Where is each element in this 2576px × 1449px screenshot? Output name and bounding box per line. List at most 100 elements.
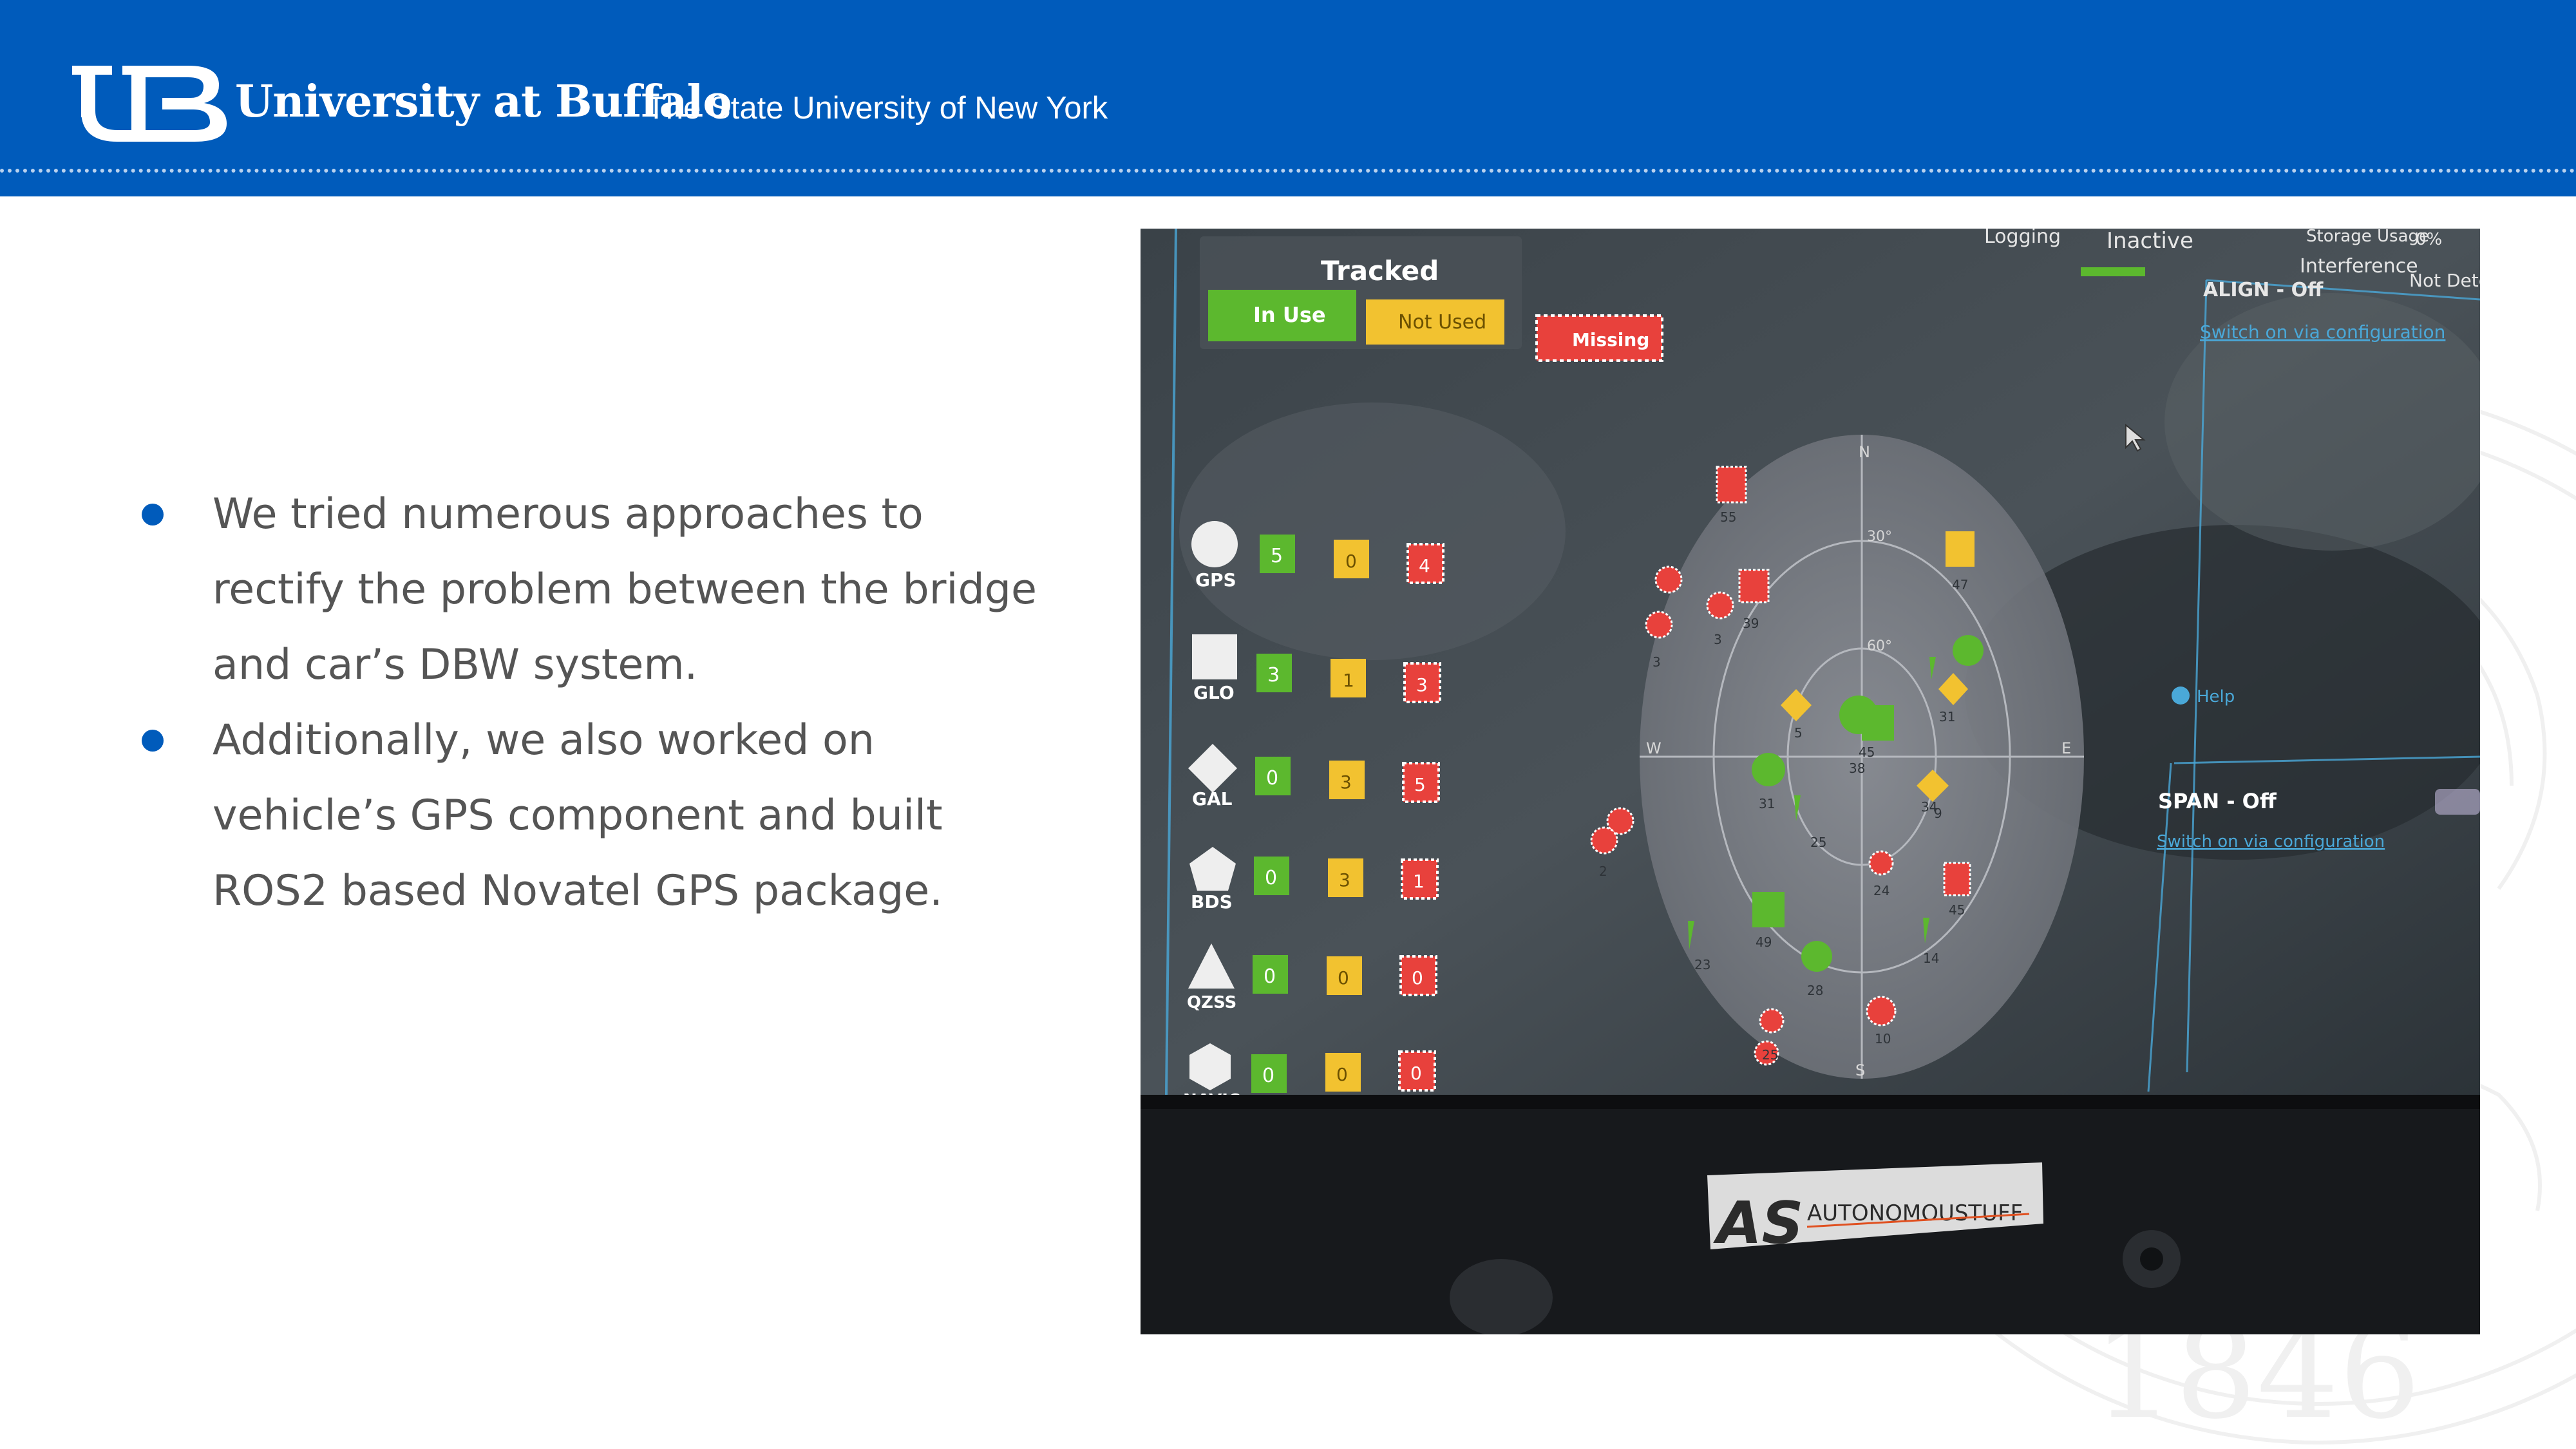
not-used-count: 0 — [1345, 551, 1357, 572]
satellite-label: 5 — [1794, 725, 1803, 741]
missing-count: 0 — [1412, 967, 1423, 989]
satellite-marker — [1953, 635, 1984, 666]
bullet-dot-icon — [142, 730, 164, 752]
align-config-link[interactable]: Switch on via configuration — [2200, 321, 2445, 343]
satellite-label: 28 — [1807, 983, 1823, 998]
tracked-title: Tracked — [1321, 255, 1439, 287]
satellite-label: 31 — [1759, 796, 1775, 811]
header-bar: University at Buffalo The State Universi… — [0, 0, 2576, 196]
satellite-label: 31 — [1939, 709, 1955, 724]
span-label: SPAN - Off — [2158, 789, 2277, 813]
constellation-label: QZSS — [1187, 993, 1236, 1012]
satellite-label: 9 — [1934, 806, 1942, 821]
brand-name: AUTONOMOUSTUFF — [1807, 1200, 2023, 1226]
satellite-label: 3 — [1653, 654, 1661, 670]
span-config-link[interactable]: Switch on via configuration — [2157, 832, 2385, 851]
west-label: W — [1646, 739, 1662, 757]
constellation-label: GPS — [1195, 569, 1236, 591]
satellite-label: 45 — [1859, 744, 1875, 760]
satellite-label: 45 — [1949, 902, 1965, 918]
bullet-item: Additionally, we also worked on vehicle’… — [129, 703, 1063, 929]
satellite-label: 47 — [1952, 577, 1968, 592]
satellite-label: 10 — [1875, 1031, 1891, 1046]
satellite-marker — [1946, 531, 1975, 567]
gps-screen-photo: Logging Inactive Storage Usage 0% Interf… — [1141, 229, 2480, 1334]
elevation-30-label: 30° — [1867, 529, 1892, 545]
missing-count: 5 — [1414, 774, 1426, 795]
status-label: Inactive — [2107, 229, 2193, 254]
interference-value: Not Detec — [2409, 270, 2480, 291]
satellite-marker — [1752, 753, 1785, 786]
bullet-text: We tried numerous approaches to rectify … — [213, 490, 1037, 689]
gps-circle-icon — [1191, 521, 1238, 567]
satellite-marker — [1706, 591, 1734, 620]
satellite-label: 24 — [1873, 883, 1889, 898]
interference-label: Interference — [2300, 255, 2418, 278]
not-used-count: 0 — [1336, 1064, 1348, 1085]
missing-count: 0 — [1410, 1063, 1422, 1084]
legend-not-used-label: Not Used — [1398, 311, 1486, 334]
satellite-marker — [1654, 565, 1683, 594]
satellite-marker — [1868, 850, 1894, 876]
satellite-marker — [1866, 996, 1897, 1027]
satellite-label: 14 — [1923, 951, 1939, 966]
satellite-marker — [1738, 569, 1770, 603]
missing-count: 4 — [1419, 555, 1430, 576]
satellite-marker — [1759, 1008, 1785, 1034]
in-use-count: 5 — [1271, 545, 1283, 567]
satellite-label: 25 — [1762, 1047, 1778, 1063]
constellation-label: GLO — [1193, 682, 1235, 703]
bullet-text: Additionally, we also worked on vehicle’… — [213, 716, 943, 915]
satellite-marker — [1862, 705, 1894, 741]
help-icon[interactable] — [2172, 687, 2190, 705]
satellite-label: 55 — [1720, 509, 1736, 525]
satellite-marker — [1716, 466, 1747, 504]
satellite-marker — [1645, 611, 1673, 639]
satellite-label: 39 — [1743, 616, 1759, 631]
elevation-60-label: 60° — [1867, 638, 1892, 654]
in-use-count: 3 — [1267, 664, 1280, 687]
satellite-marker — [1752, 892, 1785, 927]
not-used-count: 1 — [1343, 670, 1354, 691]
bullet-list: We tried numerous approaches to rectify … — [129, 477, 1063, 929]
storage-value: 0% — [2416, 230, 2442, 249]
satellite-marker — [1943, 862, 1971, 896]
bullet-dot-icon — [142, 504, 164, 526]
satellite-marker — [1801, 941, 1832, 972]
satellite-label: 3 — [1714, 632, 1722, 647]
in-use-count: 0 — [1262, 1065, 1274, 1087]
satellite-label: 38 — [1849, 761, 1865, 776]
missing-count: 3 — [1416, 674, 1428, 696]
in-use-count: 0 — [1266, 767, 1278, 790]
align-label: ALIGN - Off — [2203, 279, 2324, 301]
legend-in-use-label: In Use — [1253, 303, 1326, 327]
not-used-count: 3 — [1339, 869, 1350, 891]
header-divider — [0, 169, 2576, 173]
south-label: S — [1855, 1061, 1865, 1079]
satellite-label: 23 — [1694, 957, 1710, 972]
logging-label: Logging — [1984, 229, 2061, 248]
logging-status-bar — [2081, 267, 2145, 276]
in-use-count: 0 — [1264, 965, 1276, 988]
not-used-count: 3 — [1340, 772, 1352, 793]
ub-monogram-icon — [72, 66, 227, 142]
north-label: N — [1859, 443, 1870, 461]
constellation-label: BDS — [1191, 891, 1233, 913]
storage-label: Storage Usage — [2306, 229, 2429, 246]
brand-mark-icon: AS — [1713, 1189, 1803, 1257]
span-toggle[interactable] — [2435, 789, 2480, 815]
legend-missing-label: Missing — [1572, 329, 1649, 350]
missing-count: 1 — [1413, 871, 1425, 892]
bullet-item: We tried numerous approaches to rectify … — [129, 477, 1063, 703]
east-label: E — [2061, 739, 2071, 757]
university-subtitle: The State University of New York — [647, 91, 1108, 126]
help-link[interactable]: Help — [2197, 687, 2235, 706]
in-use-count: 0 — [1265, 867, 1277, 889]
satellite-marker — [1590, 826, 1618, 855]
satellite-label: 25 — [1810, 835, 1826, 850]
not-used-count: 0 — [1338, 967, 1349, 989]
glo-square-icon — [1192, 634, 1237, 679]
satellite-label: 49 — [1756, 934, 1772, 950]
constellation-label: GAL — [1192, 788, 1233, 810]
satellite-label: 2 — [1599, 864, 1607, 879]
